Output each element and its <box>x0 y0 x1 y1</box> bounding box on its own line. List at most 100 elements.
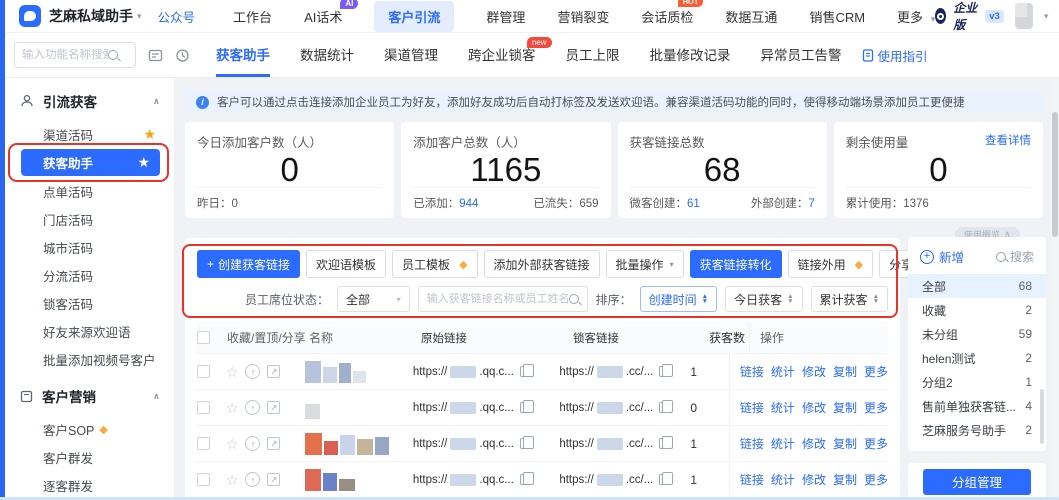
copy-icon[interactable] <box>659 438 668 449</box>
action-copy[interactable]: 复制 <box>833 435 857 452</box>
action-edit[interactable]: 修改 <box>802 435 826 452</box>
link-conversion-button[interactable]: 获客链接转化 <box>690 250 782 278</box>
page-scrollbar-thumb[interactable] <box>1052 112 1058 237</box>
nav-marketing-fission[interactable]: 营销裂变 <box>557 7 609 26</box>
action-link[interactable]: 链接 <box>740 399 764 416</box>
nav-more[interactable]: 更多 ▾ <box>897 7 935 26</box>
star-icon[interactable]: ☆ <box>226 473 239 487</box>
user-menu-chevron-icon[interactable]: ▾ <box>1044 11 1049 22</box>
action-copy[interactable]: 复制 <box>833 399 857 416</box>
copy-icon[interactable] <box>520 366 529 377</box>
seat-status-select[interactable]: 全部▾ <box>337 286 410 312</box>
function-search-input[interactable] <box>22 49 108 61</box>
app-switch-chevron-icon[interactable]: ▾ <box>137 11 142 22</box>
action-edit[interactable]: 修改 <box>802 363 826 380</box>
nav-sales-crm[interactable]: 销售CRM <box>809 7 865 26</box>
group-item-favorites[interactable]: 收藏2 <box>908 298 1046 322</box>
sidebar-group-customer-marketing[interactable]: 客户营销 ∧ <box>5 373 174 415</box>
action-more[interactable]: 更多 <box>864 471 888 488</box>
group-item-group2[interactable]: 分组21 <box>908 370 1046 394</box>
user-avatar[interactable] <box>1015 3 1033 29</box>
favorite-star-icon[interactable]: ★ <box>143 126 156 143</box>
row-checkbox[interactable] <box>197 365 210 378</box>
favorite-star-icon[interactable]: ★ <box>137 154 150 171</box>
nav-chat-inspection[interactable]: 会话质检HOT <box>641 7 693 26</box>
share-icon[interactable]: ↗ <box>267 365 280 378</box>
group-item-all[interactable]: 全部68 <box>908 274 1046 298</box>
sort-by-today-acquired[interactable]: 今日获客▲▼ <box>725 286 802 312</box>
copy-icon[interactable] <box>659 402 668 413</box>
sidebar-group-acquisition[interactable]: 引流获客 ∧ <box>5 78 174 120</box>
share-icon[interactable]: ↗ <box>267 473 280 486</box>
sidebar-item-customer-sop[interactable]: 客户SOP◆ <box>5 415 174 443</box>
sidebar-item-chase-broadcast[interactable]: 逐客群发 <box>5 471 174 499</box>
function-search-box[interactable] <box>14 42 136 68</box>
collapse-arrow-icon[interactable]: ∧ <box>153 391 160 402</box>
copy-icon[interactable] <box>520 402 529 413</box>
nav-workbench[interactable]: 工作台 <box>233 7 272 26</box>
group-search-button[interactable]: 搜索 <box>996 248 1034 265</box>
history-icon[interactable] <box>175 48 190 63</box>
share-icon[interactable]: ↗ <box>267 437 280 450</box>
action-link[interactable]: 链接 <box>740 471 764 488</box>
tab-staff-limit[interactable]: 员工上限 <box>566 33 620 77</box>
action-copy[interactable]: 复制 <box>833 471 857 488</box>
action-edit[interactable]: 修改 <box>802 471 826 488</box>
sidebar-item-store-qrcode[interactable]: 门店活码 <box>5 205 174 233</box>
tab-batch-modify-record[interactable]: 批量修改记录 <box>650 33 731 77</box>
tab-abnormal-staff-alert[interactable]: 异常员工告警 <box>761 33 842 77</box>
link-external-use-button[interactable]: 链接外用◆ <box>788 250 873 278</box>
batch-operation-button[interactable]: 批量操作▾ <box>606 250 684 278</box>
group-item-ungrouped[interactable]: 未分组59 <box>908 322 1046 346</box>
usage-guide-link[interactable]: 使用指引 <box>862 46 928 65</box>
sort-by-total-acquired[interactable]: 累计获客▲▼ <box>811 286 888 312</box>
action-stats[interactable]: 统计 <box>771 435 795 452</box>
sidebar-item-split-qrcode[interactable]: 分流活码 <box>5 261 174 289</box>
star-icon[interactable]: ☆ <box>226 401 239 415</box>
star-icon[interactable]: ☆ <box>226 437 239 451</box>
welcome-template-button[interactable]: 欢迎语模板 <box>306 250 386 278</box>
create-link-button[interactable]: +创建获客链接 <box>197 250 300 278</box>
link-search-box[interactable] <box>418 286 588 312</box>
action-edit[interactable]: 修改 <box>802 399 826 416</box>
pin-top-icon[interactable]: ↑ <box>245 364 260 379</box>
action-link[interactable]: 链接 <box>740 363 764 380</box>
action-more[interactable]: 更多 <box>864 399 888 416</box>
sidebar-item-city-qrcode[interactable]: 城市活码 <box>5 233 174 261</box>
panel-scrollbar-thumb[interactable] <box>1040 389 1044 444</box>
row-checkbox[interactable] <box>197 437 210 450</box>
tab-acquisition-assistant[interactable]: 获客助手 <box>216 33 270 77</box>
copy-icon[interactable] <box>659 366 668 377</box>
group-item-helen-test[interactable]: helen测试2 <box>908 346 1046 370</box>
copy-icon[interactable] <box>520 474 529 485</box>
nav-ai-script[interactable]: AI话术AI <box>304 7 342 26</box>
add-external-link-button[interactable]: 添加外部获客链接 <box>484 250 600 278</box>
apps-icon[interactable] <box>148 48 163 63</box>
group-item-presales-link[interactable]: 售前单独获客链...4 <box>908 394 1046 418</box>
tab-cross-enterprise-lock[interactable]: 跨企业锁客new <box>468 33 536 77</box>
action-copy[interactable]: 复制 <box>833 363 857 380</box>
action-stats[interactable]: 统计 <box>771 363 795 380</box>
copy-icon[interactable] <box>659 474 668 485</box>
pin-top-icon[interactable]: ↑ <box>245 400 260 415</box>
copy-icon[interactable] <box>520 438 529 449</box>
page-scrollbar[interactable] <box>1051 80 1058 497</box>
sort-by-create-time[interactable]: 创建时间▲▼ <box>640 286 717 312</box>
sidebar-item-customer-broadcast[interactable]: 客户群发 <box>5 443 174 471</box>
pin-top-icon[interactable]: ↑ <box>245 436 260 451</box>
link-search-input[interactable] <box>427 293 569 305</box>
group-item-sesame-service[interactable]: 芝麻服务号助手2 <box>908 418 1046 442</box>
pin-top-icon[interactable]: ↑ <box>245 472 260 487</box>
official-account-link[interactable]: 公众号 <box>158 7 196 26</box>
sidebar-item-channel-qrcode[interactable]: 渠道活码★ <box>5 120 174 148</box>
nav-group-management[interactable]: 群管理 <box>486 7 525 26</box>
action-more[interactable]: 更多 <box>864 363 888 380</box>
action-stats[interactable]: 统计 <box>771 399 795 416</box>
tab-data-statistics[interactable]: 数据统计 <box>300 33 354 77</box>
group-manage-button[interactable]: 分组管理 <box>923 469 1031 495</box>
view-details-link[interactable]: 查看详情 <box>985 132 1031 148</box>
action-link[interactable]: 链接 <box>740 435 764 452</box>
tab-channel-management[interactable]: 渠道管理 <box>384 33 438 77</box>
collapse-arrow-icon[interactable]: ∧ <box>153 96 160 107</box>
sidebar-item-lock-qrcode[interactable]: 锁客活码 <box>5 289 174 317</box>
